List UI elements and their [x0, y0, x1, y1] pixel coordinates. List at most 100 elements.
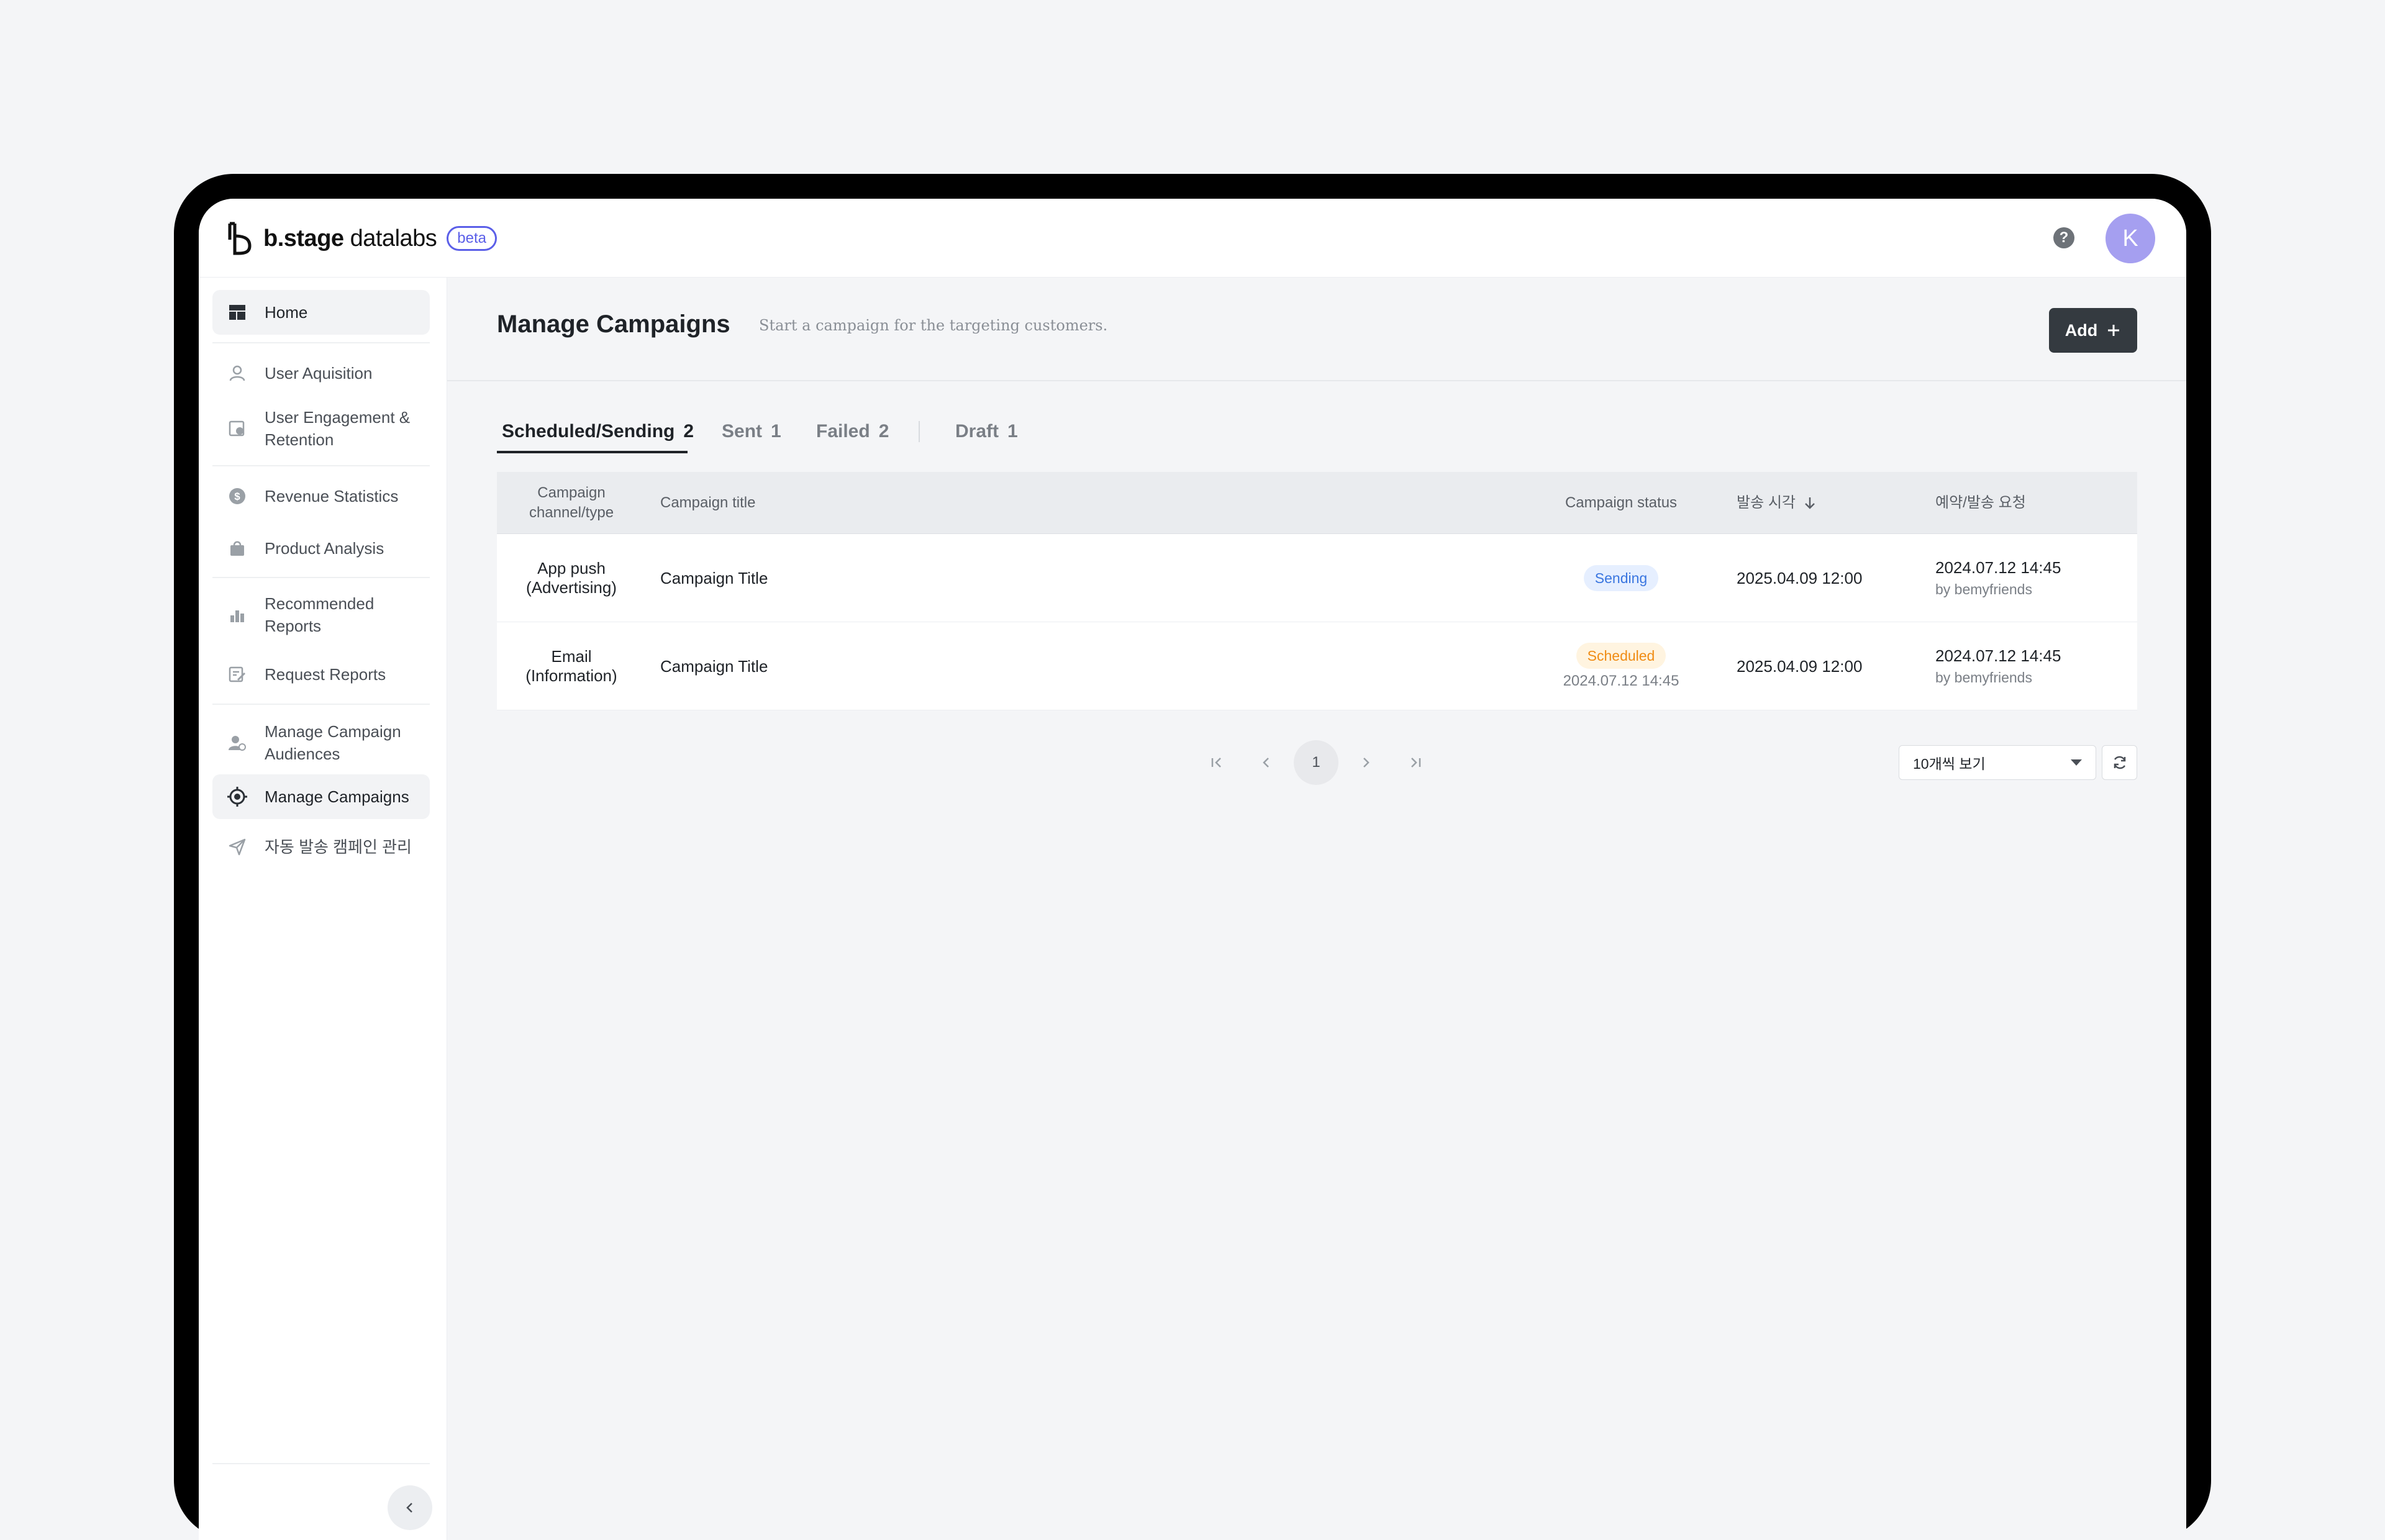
channel-type: (Advertising) — [526, 578, 617, 597]
column-header-status: Campaign status — [1565, 494, 1678, 511]
chevron-right-icon — [1363, 758, 1370, 768]
per-page-select[interactable]: 10개씩 보기 — [1899, 745, 2096, 780]
edit-report-icon — [226, 663, 248, 686]
campaign-title[interactable]: Campaign Title — [660, 622, 768, 710]
table-row[interactable]: Email (Information) Campaign Title Schedu… — [497, 622, 2137, 710]
logo-text: b.stage datalabs — [263, 225, 437, 251]
channel-cell: App push (Advertising) — [509, 534, 634, 622]
sidebar-item-label: Manage Campaign Audiences — [265, 722, 401, 763]
tab-count: 1 — [771, 421, 781, 442]
request-cell: 2024.07.12 14:45 by bemyfriends — [1935, 622, 2061, 710]
engagement-icon — [226, 417, 248, 440]
sidebar-item-user-aquisition[interactable]: User Aquisition — [212, 353, 430, 393]
column-header-channel: Campaign channel/type — [529, 484, 614, 521]
sidebar-item-user-engagement[interactable]: User Engagement & Retention — [212, 401, 430, 456]
channel-cell: Email (Information) — [509, 622, 634, 710]
sidebar-item-label: Recommended Reports — [265, 594, 375, 635]
caret-down-icon — [2071, 759, 2082, 766]
add-button-label: Add — [2065, 320, 2098, 340]
tab-sent[interactable]: Sent 1 — [722, 410, 781, 453]
beta-badge: beta — [447, 226, 497, 251]
page-title: Manage Campaigns — [497, 310, 730, 338]
page-number-current[interactable]: 1 — [1294, 740, 1338, 785]
campaign-table: Campaign channel/type Campaign title Cam… — [497, 472, 2137, 710]
send-time-header-label: 발송 시각 — [1737, 494, 1796, 511]
sidebar-item-label: Manage Campaigns — [265, 787, 409, 806]
app-screen: b.stage datalabs beta ? K Home User Aqui… — [199, 199, 2186, 1540]
last-page-button[interactable] — [1393, 740, 1438, 785]
tab-count: 2 — [683, 421, 694, 442]
audience-icon — [226, 732, 248, 754]
sort-arrow-down-icon — [1805, 497, 1815, 509]
add-campaign-button[interactable]: Add — [2049, 308, 2137, 353]
send-time: 2025.04.09 12:00 — [1737, 568, 1863, 587]
channel-type: (Information) — [525, 666, 617, 685]
sidebar-item-request-reports[interactable]: Request Reports — [212, 654, 430, 694]
top-bar: b.stage datalabs beta ? K — [199, 199, 2186, 278]
collapse-sidebar-button[interactable] — [388, 1485, 432, 1530]
request-time: 2024.07.12 14:45 — [1935, 646, 2061, 665]
sidebar-item-label: Request Reports — [265, 665, 386, 684]
column-header-title: Campaign title — [660, 494, 756, 511]
channel-name: App push — [537, 559, 606, 578]
sidebar-item-label: User Aquisition — [265, 364, 373, 383]
sidebar-item-home[interactable]: Home — [212, 290, 430, 335]
sidebar-item-revenue-statistics[interactable]: $ Revenue Statistics — [212, 476, 430, 516]
tab-draft[interactable]: Draft 1 — [955, 410, 1018, 453]
sidebar-item-label: User Engagement & Retention — [265, 408, 411, 449]
sidebar-divider — [212, 465, 430, 466]
campaign-title[interactable]: Campaign Title — [660, 534, 768, 622]
bag-icon — [226, 537, 248, 559]
tab-label: Draft — [955, 421, 999, 442]
send-icon — [226, 836, 248, 858]
status-cell: Sending — [1528, 534, 1714, 622]
sidebar-item-product-analysis[interactable]: Product Analysis — [212, 528, 430, 568]
table-row[interactable]: App push (Advertising) Campaign Title Sen… — [497, 534, 2137, 622]
sidebar-divider — [212, 1463, 430, 1464]
refresh-button[interactable] — [2102, 745, 2137, 780]
tab-label: Scheduled/Sending — [502, 421, 675, 442]
header-divider — [447, 380, 2186, 381]
device-frame: b.stage datalabs beta ? K Home User Aqui… — [174, 174, 2211, 1540]
last-page-icon — [1411, 758, 1421, 768]
tab-count: 2 — [878, 421, 889, 442]
sidebar-item-recommended-reports[interactable]: Recommended Reports — [212, 587, 430, 643]
first-page-icon — [1211, 758, 1221, 768]
dollar-icon: $ — [226, 485, 248, 507]
sidebar-item-label: Home — [265, 303, 308, 322]
request-by: by bemyfriends — [1935, 581, 2032, 597]
request-time: 2024.07.12 14:45 — [1935, 558, 2061, 577]
send-time: 2025.04.09 12:00 — [1737, 656, 1863, 676]
sidebar-item-label: 자동 발송 캠페인 관리 — [265, 838, 412, 856]
tab-failed[interactable]: Failed 2 — [816, 410, 889, 453]
sidebar-divider — [212, 704, 430, 705]
sidebar-divider — [212, 342, 430, 343]
column-header-send-time[interactable]: 발송 시각 — [1737, 472, 1818, 534]
help-icon[interactable]: ? — [2053, 227, 2074, 248]
column-header-request: 예약/발송 요청 — [1935, 494, 2026, 511]
sidebar-item-campaign-audiences[interactable]: Manage Campaign Audiences — [212, 715, 430, 771]
page-subtitle: Start a campaign for the targeting custo… — [759, 317, 1108, 334]
chevron-left-icon — [406, 1503, 412, 1513]
sidebar-divider — [212, 577, 430, 578]
tab-count: 1 — [1007, 421, 1018, 442]
prev-page-button[interactable] — [1244, 740, 1289, 785]
sidebar: Home User Aquisition User Engagement & R… — [199, 278, 447, 1540]
status-cell: Scheduled 2024.07.12 14:45 — [1528, 622, 1714, 710]
sidebar-item-manage-campaigns[interactable]: Manage Campaigns — [212, 774, 430, 819]
dashboard-icon — [226, 301, 248, 324]
sidebar-item-label: Product Analysis — [265, 539, 384, 558]
table-header: Campaign channel/type Campaign title Cam… — [497, 472, 2137, 534]
avatar[interactable]: K — [2106, 214, 2155, 263]
refresh-icon — [2114, 756, 2125, 769]
sidebar-item-auto-campaigns[interactable]: 자동 발송 캠페인 관리 — [212, 827, 430, 867]
logo[interactable]: b.stage datalabs beta — [226, 221, 497, 256]
logo-mark-icon — [228, 222, 252, 255]
status-badge: Scheduled — [1576, 643, 1666, 669]
request-cell: 2024.07.12 14:45 by bemyfriends — [1935, 534, 2061, 622]
status-badge: Sending — [1583, 565, 1659, 591]
tab-label: Sent — [722, 421, 763, 442]
first-page-button[interactable] — [1194, 740, 1239, 785]
tab-scheduled-sending[interactable]: Scheduled/Sending 2 — [497, 410, 694, 453]
next-page-button[interactable] — [1343, 740, 1388, 785]
